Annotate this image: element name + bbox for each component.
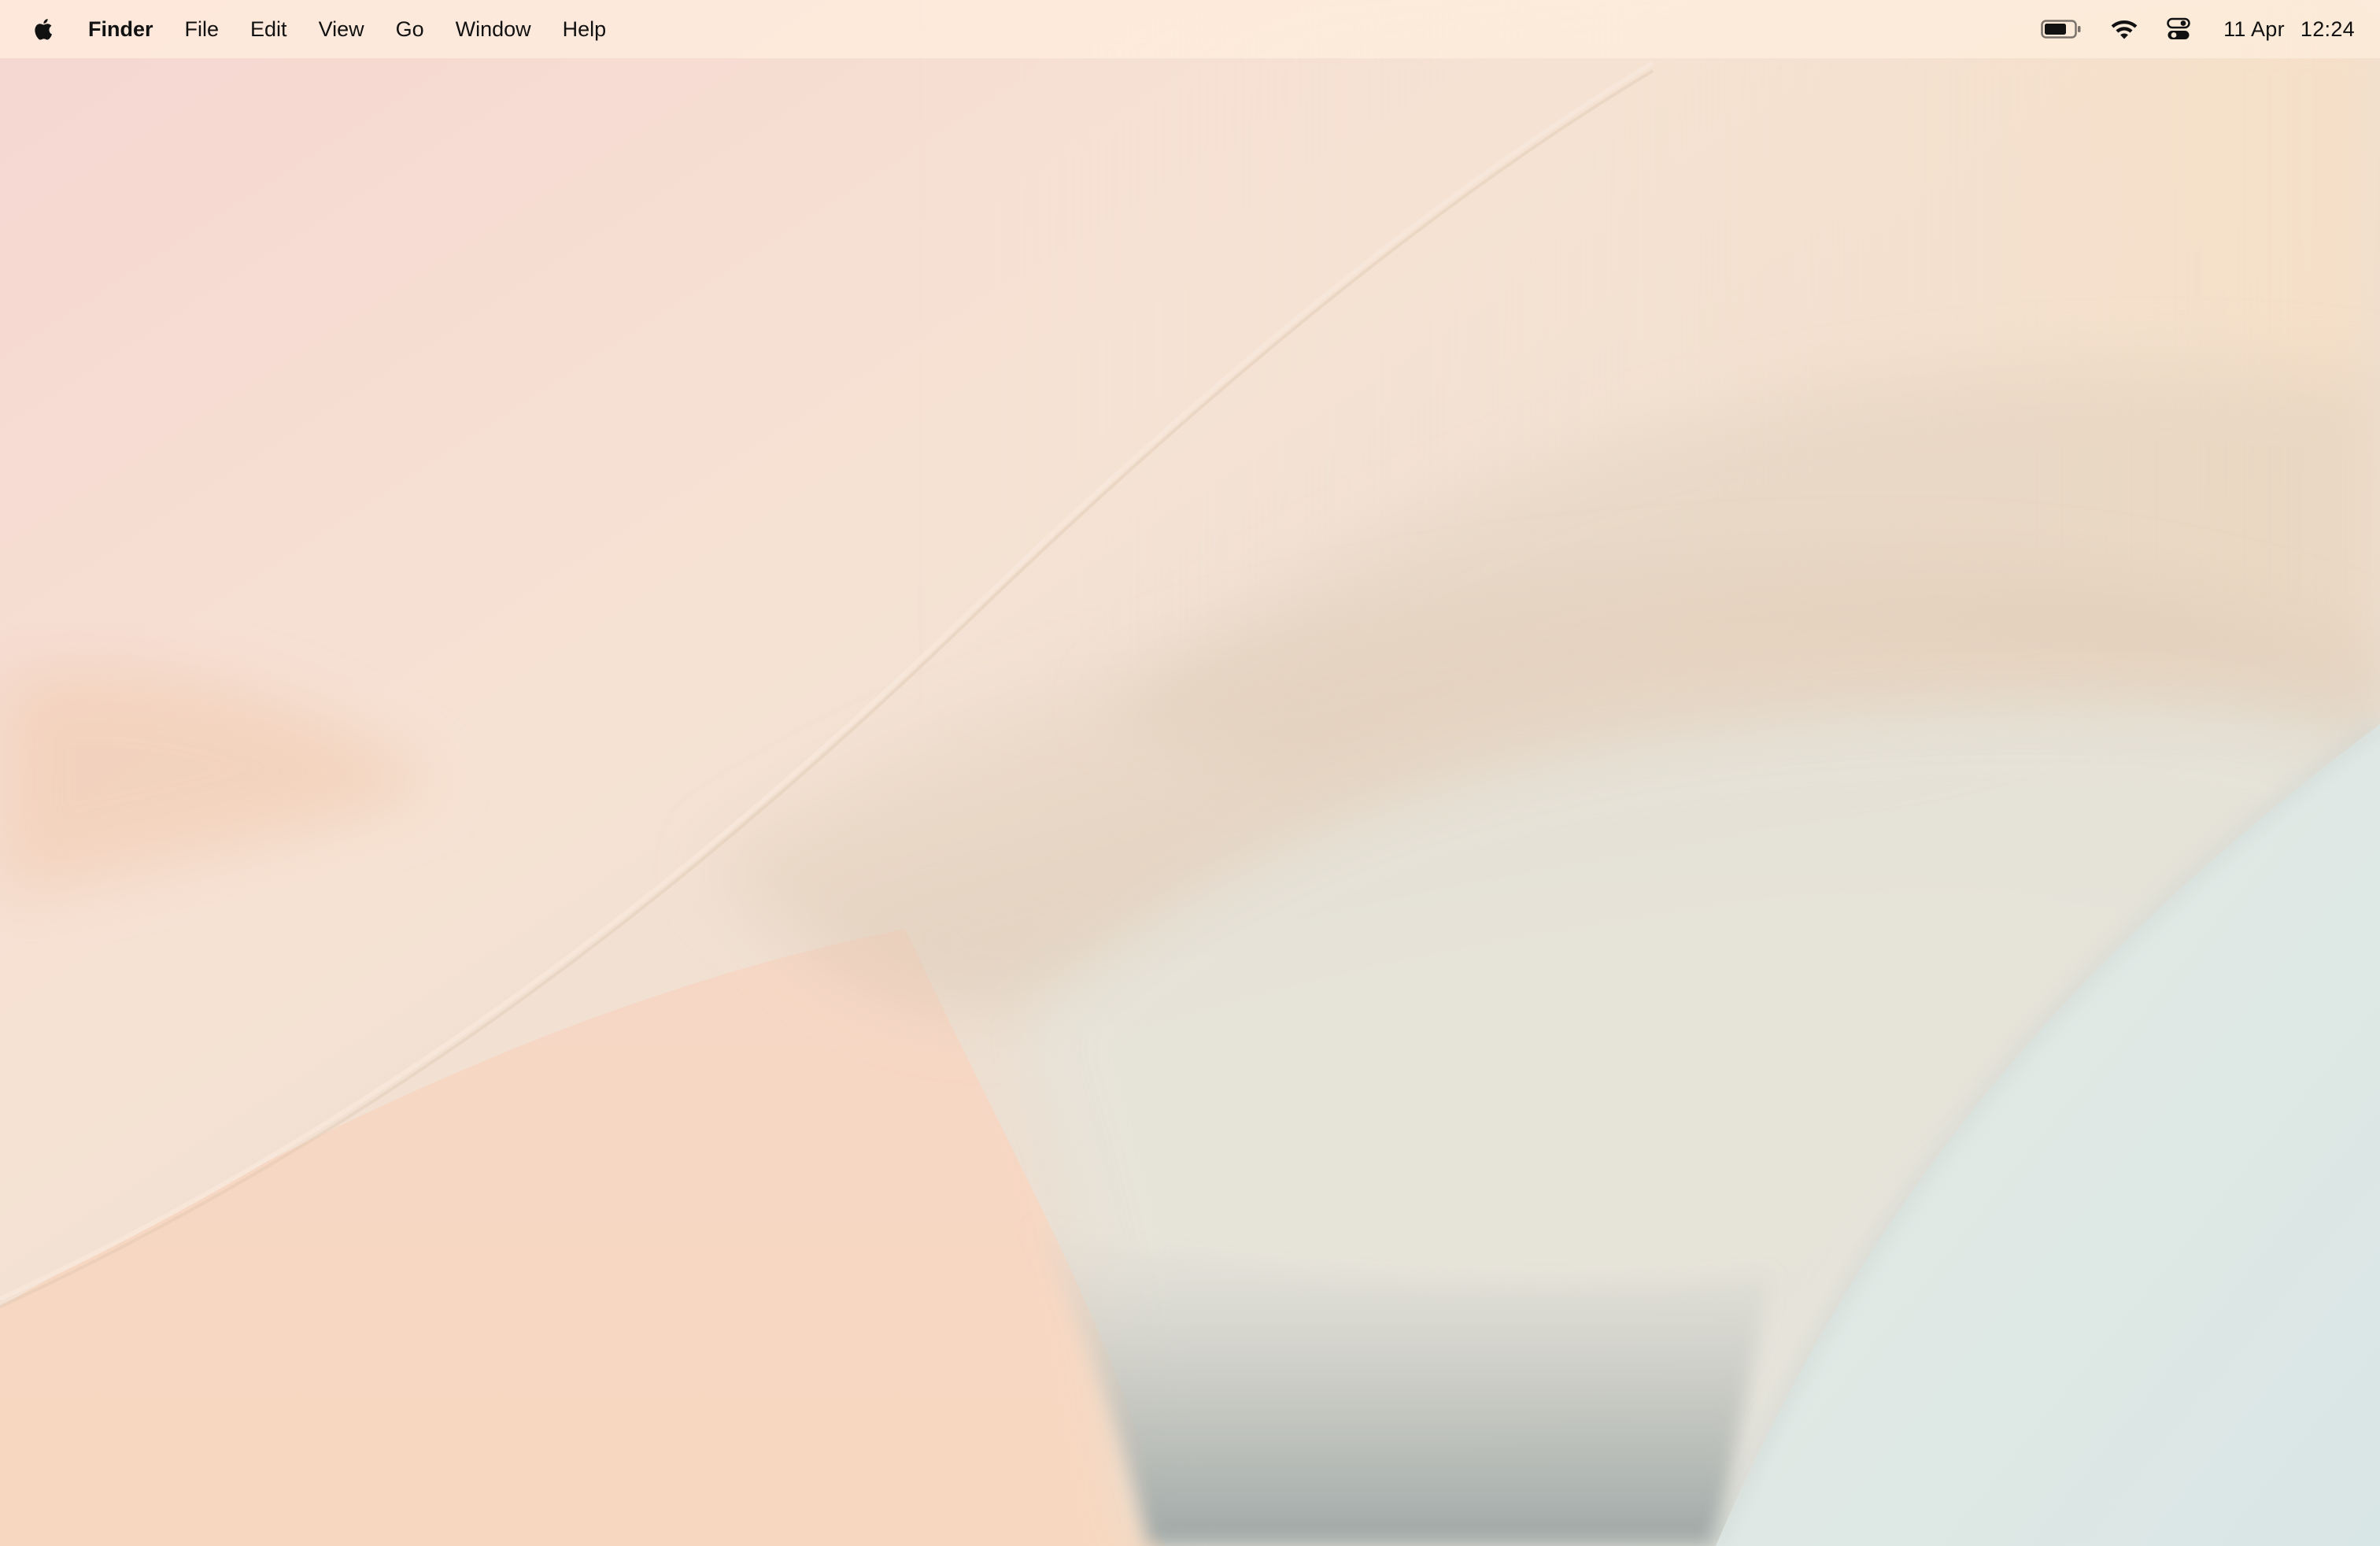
- control-center-button[interactable]: [2153, 0, 2204, 58]
- battery-status[interactable]: [2027, 0, 2096, 58]
- menu-help[interactable]: Help: [547, 0, 623, 58]
- control-center-icon: [2167, 17, 2190, 41]
- menu-window[interactable]: Window: [440, 0, 547, 58]
- menu-bar-left: Finder File Edit View Go Window Help: [0, 0, 622, 58]
- clock-time: 12:24: [2300, 17, 2355, 41]
- desktop[interactable]: Finder File Edit View Go Window Help 11 …: [0, 0, 2380, 1546]
- menu-bar-clock[interactable]: 11 Apr 12:24: [2204, 0, 2355, 58]
- menu-file[interactable]: File: [169, 0, 235, 58]
- wallpaper: [0, 0, 2380, 1546]
- wifi-icon: [2110, 18, 2138, 40]
- menu-edit[interactable]: Edit: [235, 0, 303, 58]
- app-menu-finder[interactable]: Finder: [72, 0, 169, 58]
- menu-bar-status-area: 11 Apr 12:24: [2027, 0, 2380, 58]
- apple-menu[interactable]: [28, 0, 72, 58]
- apple-logo-icon: [33, 17, 55, 42]
- menu-bar: Finder File Edit View Go Window Help 11 …: [0, 0, 2380, 58]
- menu-view[interactable]: View: [303, 0, 380, 58]
- battery-icon: [2041, 20, 2082, 39]
- clock-date: 11 Apr: [2223, 17, 2285, 41]
- menu-go[interactable]: Go: [380, 0, 440, 58]
- wifi-status[interactable]: [2096, 0, 2153, 58]
